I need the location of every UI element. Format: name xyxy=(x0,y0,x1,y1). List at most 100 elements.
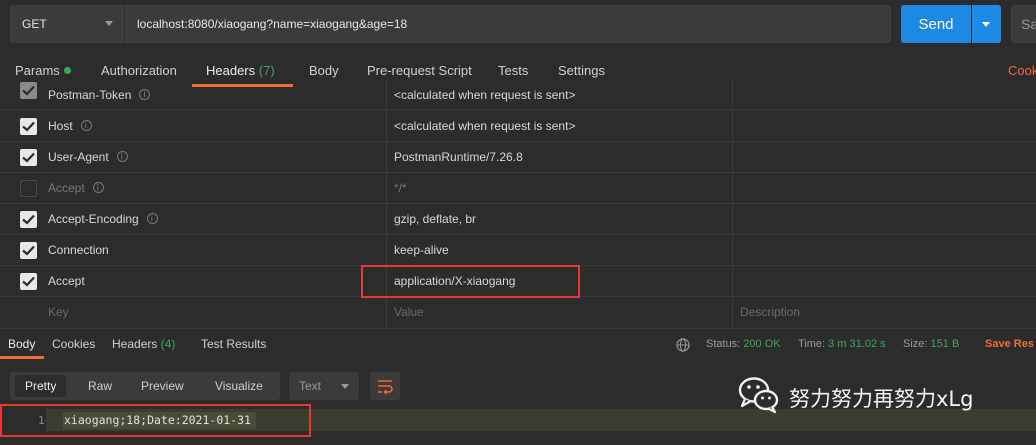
params-indicator-dot xyxy=(63,67,71,74)
column-divider xyxy=(386,173,387,203)
table-row: Accept */* xyxy=(0,173,1036,204)
row-checkbox[interactable] xyxy=(20,149,37,166)
time-value: 3 m 31.02 s xyxy=(828,338,886,350)
column-divider xyxy=(386,142,387,172)
send-options-button[interactable] xyxy=(972,5,1001,43)
watermark: 努力努力再努力xLg xyxy=(737,375,1036,419)
format-select-label: Text xyxy=(299,379,322,393)
row-checkbox[interactable] xyxy=(20,211,37,228)
status-label: Status: xyxy=(706,338,741,350)
time-readout: Time: 3 m 31.02 s xyxy=(798,333,886,355)
header-key-text: User-Agent xyxy=(48,150,109,164)
view-mode-bar: Pretty Raw Preview Visualize xyxy=(10,372,280,400)
save-response-button[interactable]: Save Res xyxy=(985,333,1034,355)
header-key[interactable]: Postman-Token xyxy=(48,80,151,110)
tab-params-label: Params xyxy=(15,63,60,78)
new-key-input[interactable]: Key xyxy=(48,297,69,328)
chevron-down-icon xyxy=(105,21,113,26)
tab-response-headers[interactable]: Headers (4) xyxy=(112,333,175,355)
tab-response-headers-label: Headers xyxy=(112,337,158,351)
tab-response-cookies[interactable]: Cookies xyxy=(52,333,95,355)
size-value: 151 B xyxy=(930,338,960,350)
chevron-down-icon xyxy=(341,384,349,389)
view-pretty-button[interactable]: Pretty xyxy=(15,375,67,397)
annotation-highlight-box xyxy=(0,404,311,437)
header-key[interactable]: Accept xyxy=(48,266,85,297)
header-key[interactable]: Host xyxy=(48,111,92,142)
header-key[interactable]: Accept xyxy=(48,173,104,204)
row-checkbox[interactable] xyxy=(20,180,37,197)
check-icon xyxy=(22,121,35,132)
header-key[interactable]: User-Agent xyxy=(48,142,128,173)
tab-test-results[interactable]: Test Results xyxy=(201,333,266,355)
column-divider xyxy=(732,266,733,296)
column-divider xyxy=(732,142,733,172)
row-checkbox[interactable] xyxy=(20,82,37,99)
table-row-new: Key Value Description xyxy=(0,297,1036,328)
check-icon xyxy=(22,85,35,96)
status-value: 200 OK xyxy=(743,338,781,350)
table-row: Accept-Encoding gzip, deflate, br xyxy=(0,204,1036,235)
column-divider xyxy=(386,235,387,265)
url-input[interactable]: localhost:8080/xiaogang?name=xiaogang&ag… xyxy=(125,5,891,43)
wechat-icon xyxy=(738,377,779,414)
tab-headers-label: Headers xyxy=(206,63,256,78)
header-value[interactable]: gzip, deflate, br xyxy=(394,204,476,235)
check-icon xyxy=(22,276,35,287)
globe-icon[interactable] xyxy=(676,338,690,352)
annotation-highlight-box xyxy=(361,265,580,298)
header-key-text: Postman-Token xyxy=(48,88,132,102)
header-value[interactable]: <calculated when request is sent> xyxy=(394,111,575,142)
tab-response-headers-count: (4) xyxy=(160,337,176,351)
size-label: Size: xyxy=(903,338,928,350)
time-label: Time: xyxy=(798,338,826,350)
header-key[interactable]: Connection xyxy=(48,235,109,266)
column-divider xyxy=(386,297,387,328)
check-icon xyxy=(22,245,35,256)
wrap-lines-button[interactable] xyxy=(370,372,400,400)
row-checkbox[interactable] xyxy=(20,242,37,259)
header-value[interactable]: keep-alive xyxy=(394,235,449,266)
save-button[interactable]: Sa xyxy=(1011,5,1036,43)
header-key[interactable]: Accept-Encoding xyxy=(48,204,158,235)
request-bar: GET localhost:8080/xiaogang?name=xiaogan… xyxy=(0,0,1036,52)
column-divider xyxy=(732,80,733,109)
tab-headers-count: (7) xyxy=(258,63,275,78)
column-divider xyxy=(732,204,733,234)
tab-response-body[interactable]: Body xyxy=(8,333,35,355)
new-value-input[interactable]: Value xyxy=(394,297,424,328)
header-value[interactable]: <calculated when request is sent> xyxy=(394,80,575,110)
column-divider xyxy=(386,111,387,141)
header-key-text: Accept xyxy=(48,181,85,195)
info-icon xyxy=(139,88,151,102)
header-key-text: Accept-Encoding xyxy=(48,212,139,226)
section-divider xyxy=(0,328,1036,329)
column-divider xyxy=(386,204,387,234)
method-select[interactable]: GET xyxy=(10,5,124,43)
method-label: GET xyxy=(22,17,47,31)
row-checkbox[interactable] xyxy=(20,273,37,290)
table-row: Connection keep-alive xyxy=(0,235,1036,266)
view-visualize-button[interactable]: Visualize xyxy=(215,372,263,400)
view-preview-button[interactable]: Preview xyxy=(141,372,184,400)
header-value[interactable]: PostmanRuntime/7.26.8 xyxy=(394,142,523,173)
column-divider xyxy=(386,80,387,109)
send-button[interactable]: Send xyxy=(901,5,971,43)
format-select[interactable]: Text xyxy=(289,372,359,400)
info-icon xyxy=(116,150,128,164)
column-divider xyxy=(732,297,733,328)
column-divider xyxy=(732,173,733,203)
info-icon xyxy=(146,212,158,226)
new-description-input[interactable]: Description xyxy=(740,297,800,328)
view-raw-button[interactable]: Raw xyxy=(88,372,112,400)
header-key-text: Host xyxy=(48,119,73,133)
chevron-down-icon xyxy=(982,22,990,27)
row-checkbox[interactable] xyxy=(20,118,37,135)
check-icon xyxy=(22,152,35,163)
size-readout: Size: 151 B xyxy=(903,333,959,355)
column-divider xyxy=(732,235,733,265)
header-value[interactable]: */* xyxy=(394,173,407,204)
info-icon xyxy=(80,119,92,133)
table-row: User-Agent PostmanRuntime/7.26.8 xyxy=(0,142,1036,173)
wrap-lines-icon xyxy=(378,380,393,395)
